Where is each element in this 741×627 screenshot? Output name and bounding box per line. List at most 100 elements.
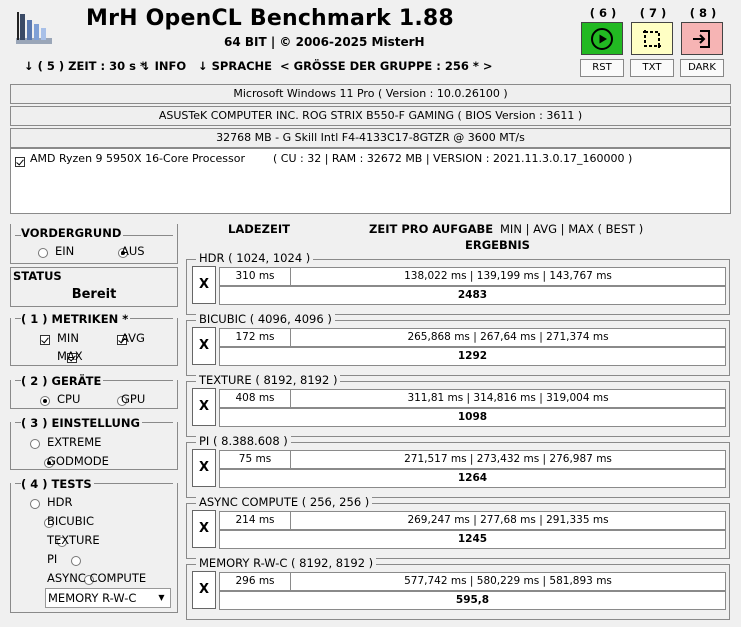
test-panel-hdr: HDR ( 1024, 1024 ) X 310 ms 138,022 ms |… (186, 251, 730, 315)
chevron-down-icon[interactable]: ▼ (153, 589, 170, 607)
header-zeit-pro-aufgabe: ZEIT PRO AUFGABE (369, 222, 494, 236)
test-result: 1264 (219, 469, 726, 488)
test-panel-texture: TEXTURE ( 8192, 8192 ) X 408 ms 311,81 m… (186, 373, 730, 437)
task-times: 311,81 ms | 314,816 ms | 319,004 ms (290, 389, 726, 408)
rst-number: ( 6 ) (589, 6, 617, 20)
test-memory-combo-value: MEMORY R-W-C (48, 591, 137, 605)
task-times: 138,022 ms | 139,199 ms | 143,767 ms (290, 267, 726, 286)
test-result: 1098 (219, 408, 726, 427)
memory-info: 32768 MB - G Skill Intl F4-4133C17-8GTZR… (10, 128, 731, 148)
test-run-button[interactable]: X (192, 266, 216, 304)
device-cpu-label: CPU (57, 392, 81, 406)
load-time: 310 ms (219, 267, 291, 286)
test-texture-label: TEXTURE (47, 533, 100, 547)
test-name: PI ( 8.388.608 ) (196, 434, 291, 448)
test-panel-memory: MEMORY R-W-C ( 8192, 8192 ) X 296 ms 577… (186, 556, 730, 620)
test-result: 1245 (219, 530, 726, 549)
test-name: TEXTURE ( 8192, 8192 ) (196, 373, 341, 387)
test-run-button[interactable]: X (192, 327, 216, 365)
setting-extreme-radio[interactable] (30, 439, 40, 449)
dark-number: ( 8 ) (689, 6, 717, 20)
tests-title: ( 4 ) TESTS (21, 477, 94, 491)
test-run-button[interactable]: X (192, 449, 216, 487)
os-info: Microsoft Windows 11 Pro ( Version : 10.… (10, 84, 731, 104)
test-result: 1292 (219, 347, 726, 366)
status-group: STATUS Bereit (10, 267, 178, 307)
test-name: ASYNC COMPUTE ( 256, 256 ) (196, 495, 373, 509)
cpu-name: AMD Ryzen 9 5950X 16-Core Processor (30, 152, 245, 165)
task-times: 271,517 ms | 273,432 ms | 276,987 ms (290, 450, 726, 469)
tests-group: ( 4 ) TESTS HDR BICUBIC TEXTURE PI ASYNC… (10, 477, 178, 613)
vordergrund-ein-label: EIN (55, 244, 75, 258)
task-times: 265,868 ms | 267,64 ms | 271,374 ms (290, 328, 726, 347)
test-hdr-label: HDR (47, 495, 73, 509)
load-time: 75 ms (219, 450, 291, 469)
setting-godmode-label: GODMODE (47, 454, 109, 468)
test-panel-async-compute: ASYNC COMPUTE ( 256, 256 ) X 214 ms 269,… (186, 495, 730, 559)
test-run-button[interactable]: X (192, 388, 216, 426)
crop-icon (643, 29, 661, 48)
einstellung-group: ( 3 ) EINSTELLUNG EXTREME GODMODE (10, 416, 178, 470)
status-value: Bereit (71, 287, 117, 302)
test-async-label: ASYNC COMPUTE (47, 571, 147, 585)
run-button[interactable] (581, 22, 623, 55)
dark-button[interactable]: DARK (680, 59, 724, 77)
task-times: 269,247 ms | 277,68 ms | 291,335 ms (290, 511, 726, 530)
metric-min-checkbox[interactable] (40, 335, 50, 345)
cpu-device-checkbox[interactable] (15, 157, 25, 167)
rst-button[interactable]: RST (580, 59, 624, 77)
status-title: STATUS (13, 269, 64, 283)
test-hdr-radio[interactable] (30, 499, 40, 509)
menu-zeit[interactable]: ↓ ( 5 ) ZEIT : 30 s * (24, 59, 146, 73)
test-run-button[interactable]: X (192, 571, 216, 609)
cpu-details: ( CU : 32 | RAM : 32672 MB | VERSION : 2… (273, 152, 633, 165)
txt-button[interactable]: TXT (630, 59, 674, 77)
metric-max-label: MAX (57, 349, 83, 363)
board-info: ASUSTeK COMPUTER INC. ROG STRIX B550-F G… (10, 106, 731, 126)
load-time: 408 ms (219, 389, 291, 408)
device-list: AMD Ryzen 9 5950X 16-Core Processor ( CU… (10, 148, 731, 214)
setting-extreme-label: EXTREME (47, 435, 102, 449)
test-panel-bicubic: BICUBIC ( 4096, 4096 ) X 172 ms 265,868 … (186, 312, 730, 376)
menu-info[interactable]: ↓ INFO (141, 59, 186, 73)
device-cpu-radio[interactable] (40, 396, 50, 406)
menu-sprache[interactable]: ↓ SPRACHE (198, 59, 272, 73)
vordergrund-ein-radio[interactable] (38, 248, 48, 258)
load-time: 296 ms (219, 572, 291, 591)
app-subtitle: 64 BIT | © 2006-2025 MisterH (224, 35, 425, 49)
load-time: 214 ms (219, 511, 291, 530)
metric-avg-label: AVG (121, 331, 145, 345)
crop-button[interactable] (631, 22, 673, 55)
vordergrund-group: VORDERGRUND EIN AUS (10, 224, 178, 264)
test-memory-combo[interactable]: MEMORY R-W-C ▼ (45, 588, 171, 608)
test-panel-pi: PI ( 8.388.608 ) X 75 ms 271,517 ms | 27… (186, 434, 730, 498)
test-result: 595,8 (219, 591, 726, 610)
test-pi-radio[interactable] (70, 556, 81, 566)
txt-number: ( 7 ) (639, 6, 667, 20)
metriken-group: ( 1 ) METRIKEN * MIN AVG MAX (10, 312, 178, 366)
test-pi-label: PI (47, 552, 58, 566)
einstellung-title: ( 3 ) EINSTELLUNG (21, 416, 142, 430)
test-name: MEMORY R-W-C ( 8192, 8192 ) (196, 556, 377, 570)
header-ergebnis: ERGEBNIS (465, 238, 530, 252)
metriken-title: ( 1 ) METRIKEN * (21, 312, 131, 326)
app-title: MrH OpenCL Benchmark 1.88 (86, 6, 454, 31)
menu-gruppe[interactable]: < GRÖSSE DER GRUPPE : 256 * > (280, 59, 493, 73)
test-run-button[interactable]: X (192, 510, 216, 548)
app-logo (16, 12, 52, 44)
test-bicubic-label: BICUBIC (47, 514, 95, 528)
play-icon (591, 27, 613, 50)
test-name: BICUBIC ( 4096, 4096 ) (196, 312, 335, 326)
vordergrund-title: VORDERGRUND (21, 226, 124, 240)
header-min-avg-max: MIN | AVG | MAX ( BEST ) (500, 222, 644, 236)
export-button[interactable] (681, 22, 723, 55)
geraete-group: ( 2 ) GERÄTE CPU GPU (10, 374, 178, 409)
load-time: 172 ms (219, 328, 291, 347)
geraete-title: ( 2 ) GERÄTE (21, 374, 104, 388)
header-ladezeit: LADEZEIT (228, 222, 290, 236)
test-result: 2483 (219, 286, 726, 305)
test-name: HDR ( 1024, 1024 ) (196, 251, 314, 265)
vordergrund-aus-label: AUS (121, 244, 145, 258)
metric-min-label: MIN (57, 331, 79, 345)
device-gpu-label: GPU (121, 392, 146, 406)
